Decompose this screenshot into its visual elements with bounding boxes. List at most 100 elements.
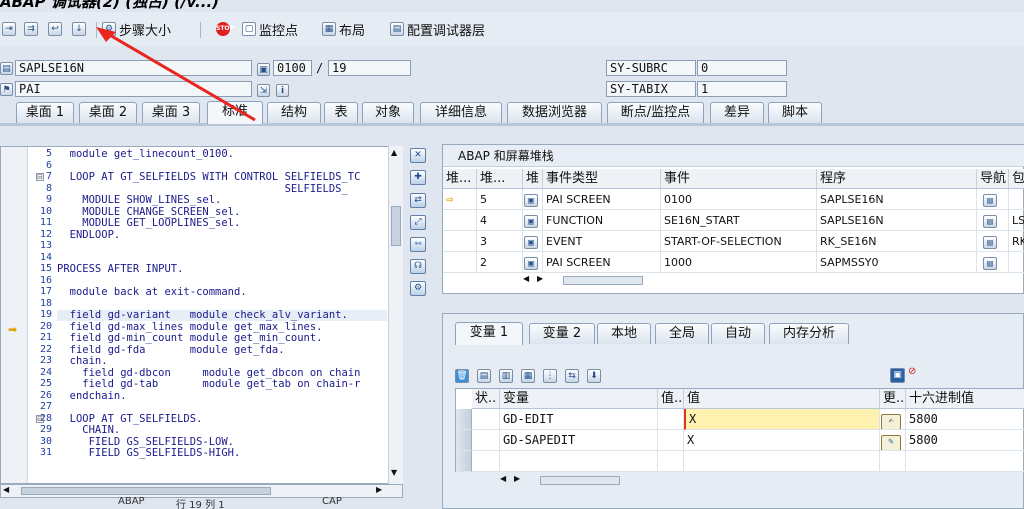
stack-row[interactable]: 2 ▣ PAI SCREEN 1000 SAPMSSY0 ▤ — [443, 252, 1024, 273]
code-line[interactable]: FIELD GS_SELFIELDS-LOW. — [57, 436, 234, 448]
editor-code-area[interactable]: module get_linecount_0100. LOOP AT GT_SE… — [1, 147, 389, 483]
code-line[interactable]: field gd-dbcon module get_dbcon on chain — [57, 367, 360, 379]
code-line[interactable]: SELFIELDS_ — [57, 183, 348, 195]
tab-global[interactable]: 全局 — [655, 323, 709, 344]
code-line[interactable]: field gd-tab module get_tab on chain-r — [57, 379, 360, 390]
var-cell-value[interactable] — [684, 451, 880, 472]
vars-hscroll[interactable]: ◀ ▶ — [500, 474, 660, 488]
stack-row[interactable]: ⇨ 5 ▣ PAI SCREEN 0100 SAPLSE16N ▤ — [443, 189, 1024, 210]
close-tool-icon[interactable]: ✕ — [410, 148, 426, 163]
code-line[interactable]: field gd-fda module get_fda. — [57, 344, 285, 356]
code-line[interactable]: chain. — [57, 356, 108, 367]
code-line[interactable]: MODULE GET_LOOPLINES_sel. — [57, 218, 240, 229]
code-line[interactable]: LOOP AT GT_SELFIELDS. — [57, 413, 203, 425]
row-selector[interactable] — [456, 451, 472, 472]
editor-scroll-thumb[interactable] — [391, 206, 401, 246]
edit-pencil-icon[interactable]: ✎ — [881, 435, 901, 450]
var-col-header[interactable]: 十六进制值 — [906, 389, 1024, 409]
var-col-header[interactable]: 变量 — [500, 389, 658, 409]
stack-row[interactable]: 4 ▣ FUNCTION SE16N_START SAPLSE16N ▤ LS — [443, 210, 1024, 231]
row-selector[interactable] — [456, 430, 472, 451]
replace-tool-icon[interactable]: ⇄ — [410, 193, 426, 208]
tab-local[interactable]: 本地 — [597, 323, 651, 344]
append-row-icon[interactable]: ▥ — [499, 369, 513, 383]
tab-memory-analysis[interactable]: 内存分析 — [769, 323, 849, 344]
var-col-header[interactable]: 值 — [684, 389, 880, 409]
navigate-icon[interactable]: ▤ — [983, 257, 997, 270]
export-icon[interactable]: ⬇ — [587, 369, 601, 383]
code-line[interactable]: LOOP AT GT_SELFIELDS WITH CONTROL SELFIE… — [57, 172, 361, 183]
insert-row-icon[interactable]: ▤ — [477, 369, 491, 383]
cancel-icon[interactable]: ⊘ — [908, 366, 916, 377]
code-line[interactable]: field gd-min_count module get_min_count. — [57, 333, 323, 344]
stack-col-header[interactable]: 堆 — [523, 169, 543, 189]
stack-col-header[interactable]: 事件类型 — [543, 169, 661, 189]
code-line[interactable]: CHAIN. — [57, 425, 120, 436]
fold-toggle-icon[interactable]: ⊟ — [36, 173, 44, 181]
var-cell-value[interactable]: X — [684, 430, 880, 451]
code-line[interactable]: field gd-max_lines module get_max_lines. — [57, 321, 323, 333]
var-cell-change[interactable] — [880, 451, 906, 472]
scroll-left-icon[interactable]: ◀ — [523, 274, 529, 283]
tab-auto[interactable]: 自动 — [711, 323, 765, 344]
stack-col-header[interactable]: 事件 — [661, 169, 817, 189]
stack-cell-navigate[interactable]: ▤ — [977, 231, 1009, 252]
scroll-left-icon[interactable]: ◀ — [3, 485, 9, 494]
variable-row[interactable]: GD-EDIT X ✍ 5800 — [456, 409, 1024, 430]
var-col-header[interactable]: 值.. — [658, 389, 684, 409]
remove-row-icon[interactable]: ▦ — [521, 369, 535, 383]
tab-variables-2[interactable]: 变量 2 — [529, 323, 595, 344]
save-icon[interactable]: ▣ — [890, 368, 905, 383]
scroll-right-icon[interactable]: ▶ — [537, 274, 543, 283]
stack-hscroll[interactable]: ◀ ▶ — [523, 274, 723, 288]
swap-tool-icon[interactable]: ⇿ — [410, 237, 426, 252]
code-line[interactable]: field gd-variant module check_alv_varian… — [57, 310, 387, 321]
change-value-icon[interactable]: ✍ — [881, 414, 901, 429]
stack-row[interactable]: 3▣ EVENTSTART-OF-SELECTIONRK_SE16N ▤ RK — [443, 231, 1024, 252]
stack-scroll-thumb[interactable] — [563, 276, 643, 285]
code-line[interactable]: ENDLOOP. — [57, 229, 121, 241]
scroll-right-icon[interactable]: ▶ — [376, 485, 382, 494]
var-cell-value[interactable]: X — [684, 409, 880, 430]
variable-row[interactable] — [456, 451, 1024, 472]
code-line[interactable]: module get_linecount_0100. — [57, 149, 234, 160]
var-col-header[interactable]: 状.. — [472, 389, 500, 409]
stack-col-header[interactable]: 堆... — [443, 169, 477, 189]
scroll-right-icon[interactable]: ▶ — [514, 474, 520, 483]
scroll-left-icon[interactable]: ◀ — [500, 474, 506, 483]
var-cell-change[interactable]: ✍ — [880, 409, 906, 430]
scroll-down-icon[interactable]: ▼ — [391, 468, 397, 477]
services-tool-icon[interactable]: ☊ — [410, 259, 426, 274]
navigate-icon[interactable]: ▤ — [983, 215, 997, 228]
transfer-icon[interactable]: ⇆ — [565, 369, 579, 383]
var-col-header[interactable]: 更.. — [880, 389, 906, 409]
source-code-editor[interactable]: ➡ 5 6 7 8 9 10 11 12 13 14 15 16 17 18 19 20 21 22 23 24 25 2… — [0, 146, 403, 484]
tab-variables-1[interactable]: 变量 1 — [455, 322, 523, 345]
fold-toggle-icon[interactable]: ⊟ — [36, 414, 44, 423]
settings-tool-icon[interactable]: ⚙ — [410, 281, 426, 296]
vars-scroll-thumb[interactable] — [540, 476, 620, 485]
navigate-icon[interactable]: ▤ — [983, 236, 997, 249]
stack-cell-navigate[interactable]: ▤ — [977, 189, 1009, 210]
code-line[interactable]: MODULE CHANGE_SCREEN_sel. — [57, 206, 240, 218]
row-selector[interactable] — [456, 409, 472, 430]
code-line[interactable]: PROCESS AFTER INPUT. — [57, 264, 183, 275]
maximize-tool-icon[interactable]: ⤢ — [410, 215, 426, 230]
code-line[interactable]: FIELD GS_SELFIELDS-HIGH. — [57, 448, 241, 459]
editor-hscroll-thumb[interactable] — [21, 487, 271, 495]
stack-cell-navigate[interactable]: ▤ — [977, 210, 1009, 231]
delete-icon[interactable]: 🗑 — [455, 369, 469, 383]
filter-icon[interactable]: ⋮ — [543, 369, 557, 383]
navigate-icon[interactable]: ▤ — [983, 194, 997, 207]
stack-col-header[interactable]: 堆... — [477, 169, 523, 189]
code-line[interactable]: endchain. — [57, 390, 127, 402]
variable-row[interactable]: GD-SAPEDIT X ✎ 5800 — [456, 430, 1024, 451]
stack-col-header[interactable]: 导航 — [977, 169, 1009, 189]
code-line[interactable]: module back at exit-command. — [57, 287, 247, 298]
scroll-up-icon[interactable]: ▲ — [391, 148, 397, 157]
stack-cell-navigate[interactable]: ▤ — [977, 252, 1009, 273]
new-tool-icon[interactable]: ✚ — [410, 170, 426, 185]
stack-col-header[interactable]: 程序 — [817, 169, 977, 189]
editor-vertical-scrollbar[interactable]: ▲ ▼ — [388, 146, 403, 484]
var-cell-change[interactable]: ✎ — [880, 430, 906, 451]
